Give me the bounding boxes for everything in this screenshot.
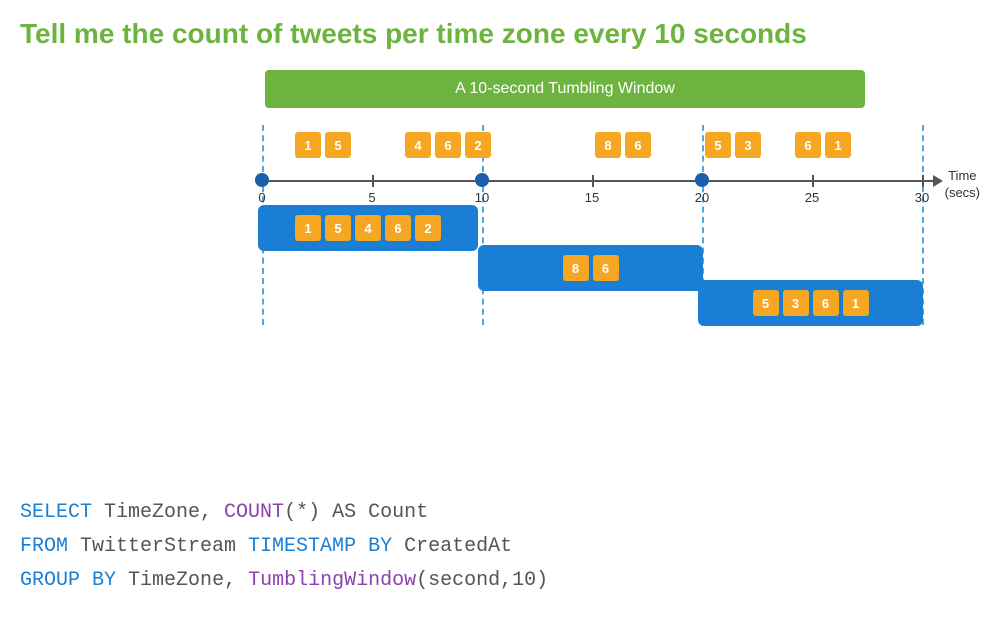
sql-keyword-select: SELECT	[20, 501, 92, 524]
tweet-box: 5	[325, 132, 351, 158]
dot-0	[255, 173, 269, 187]
tweet-box: 5	[705, 132, 731, 158]
sql-text-as-count: (*) AS Count	[284, 501, 428, 524]
tweet-box: 2	[465, 132, 491, 158]
timeline-label: Time(secs)	[945, 168, 980, 202]
tweet-box: 6	[435, 132, 461, 158]
tweet-box: 4	[405, 132, 431, 158]
tweet-box: 3	[735, 132, 761, 158]
tick-label-10: 10	[475, 190, 489, 205]
tick-label-30: 30	[915, 190, 929, 205]
sql-keyword-group: GROUP	[20, 569, 80, 592]
sql-keyword-from: FROM	[20, 535, 68, 558]
sql-keyword-count: COUNT	[224, 501, 284, 524]
window-box: 6	[813, 290, 839, 316]
window-box: 1	[843, 290, 869, 316]
window-box: 6	[385, 215, 411, 241]
tick-label-0: 0	[258, 190, 265, 205]
dot-10	[475, 173, 489, 187]
sql-keyword-by2: BY	[92, 569, 116, 592]
sql-text-createdat: CreatedAt	[392, 535, 512, 558]
timeline-axis	[255, 180, 935, 182]
window-box: 3	[783, 290, 809, 316]
sql-keyword-timestamp: TIMESTAMP	[248, 535, 356, 558]
title: Tell me the count of tweets per time zon…	[0, 0, 1000, 60]
sql-text-window-params: (second,10)	[416, 569, 548, 592]
tick-15	[592, 175, 594, 187]
sql-text-timezone2: TimeZone,	[116, 569, 248, 592]
tweet-box: 1	[295, 132, 321, 158]
sql-keyword-tumbling: TumblingWindow	[248, 569, 416, 592]
sql-text-twitterstream: TwitterStream	[68, 535, 248, 558]
tick-25	[812, 175, 814, 187]
sql-keyword-by: BY	[368, 535, 392, 558]
window-bar-1: 1 5 4 6 2	[258, 205, 478, 251]
tumbling-window-banner: A 10-second Tumbling Window	[265, 70, 865, 108]
tick-label-15: 15	[585, 190, 599, 205]
tweet-box: 6	[625, 132, 651, 158]
dot-20	[695, 173, 709, 187]
sql-text-by-space	[356, 535, 368, 558]
window-box: 2	[415, 215, 441, 241]
tweet-box: 1	[825, 132, 851, 158]
window-box: 6	[593, 255, 619, 281]
sql-line-3: GROUP BY TimeZone, TumblingWindow(second…	[20, 564, 548, 598]
window-bar-3: 5 3 6 1	[698, 280, 923, 326]
tick-label-5: 5	[368, 190, 375, 205]
tick-5	[372, 175, 374, 187]
sql-text-space	[80, 569, 92, 592]
tick-30	[922, 175, 924, 187]
window-box: 8	[563, 255, 589, 281]
tweet-box: 8	[595, 132, 621, 158]
sql-section: SELECT TimeZone, COUNT(*) AS Count FROM …	[20, 496, 548, 598]
sql-text-timezone: TimeZone,	[92, 501, 224, 524]
sql-line-1: SELECT TimeZone, COUNT(*) AS Count	[20, 496, 548, 530]
sql-line-2: FROM TwitterStream TIMESTAMP BY CreatedA…	[20, 530, 548, 564]
tweet-box: 6	[795, 132, 821, 158]
window-box: 1	[295, 215, 321, 241]
window-box: 5	[753, 290, 779, 316]
tick-label-25: 25	[805, 190, 819, 205]
tick-label-20: 20	[695, 190, 709, 205]
window-box: 5	[325, 215, 351, 241]
window-bar-2: 8 6	[478, 245, 703, 291]
window-box: 4	[355, 215, 381, 241]
diagram-area: A 10-second Tumbling Window 1 5 4 6 2 8 …	[0, 60, 1000, 380]
